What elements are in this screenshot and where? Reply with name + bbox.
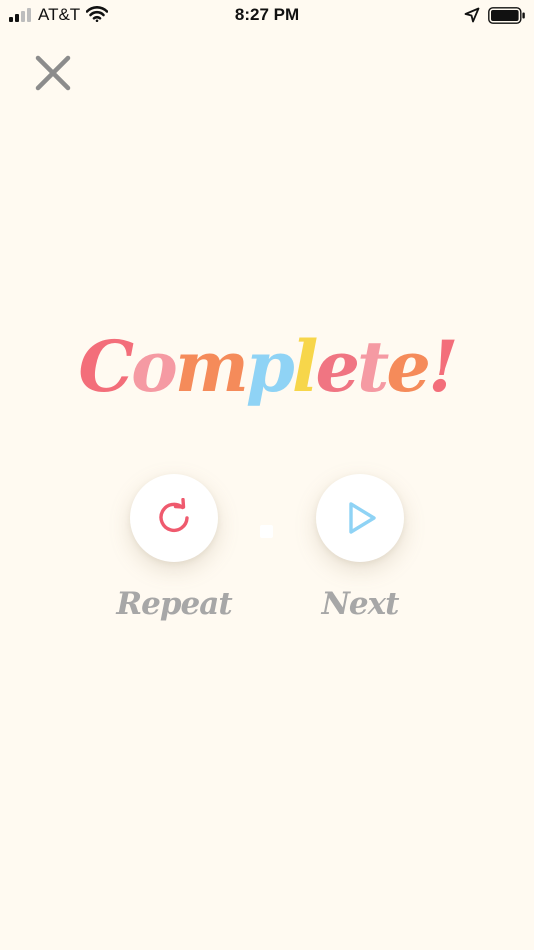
title-letter: C <box>78 325 134 408</box>
repeat-action: Repeat <box>89 474 259 634</box>
title-letter: e <box>386 325 431 408</box>
title-letter: ! <box>427 325 459 408</box>
repeat-label: Repeat <box>116 586 232 622</box>
title-letter: t <box>356 325 389 408</box>
location-arrow-icon <box>464 7 480 23</box>
title-letter: p <box>245 325 295 408</box>
refresh-icon <box>159 498 189 533</box>
close-button[interactable] <box>30 50 76 96</box>
title-letter: m <box>174 325 249 408</box>
next-label: Next <box>321 586 400 622</box>
complete-title: Complete! <box>0 322 534 412</box>
title-letter: l <box>291 325 319 408</box>
battery-icon <box>488 7 525 24</box>
title-letter: o <box>131 325 178 408</box>
status-bar: AT&T 8:27 PM <box>0 0 534 30</box>
completion-screen: AT&T 8:27 PM Complete! Repeat Next <box>0 0 534 950</box>
repeat-button[interactable] <box>130 474 218 562</box>
play-icon <box>349 502 376 534</box>
next-action: Next <box>275 474 445 634</box>
divider-dot <box>260 525 273 538</box>
status-time: 8:27 PM <box>234 5 300 24</box>
close-icon <box>35 55 71 91</box>
title-letter: e <box>315 325 360 408</box>
next-button[interactable] <box>316 474 404 562</box>
